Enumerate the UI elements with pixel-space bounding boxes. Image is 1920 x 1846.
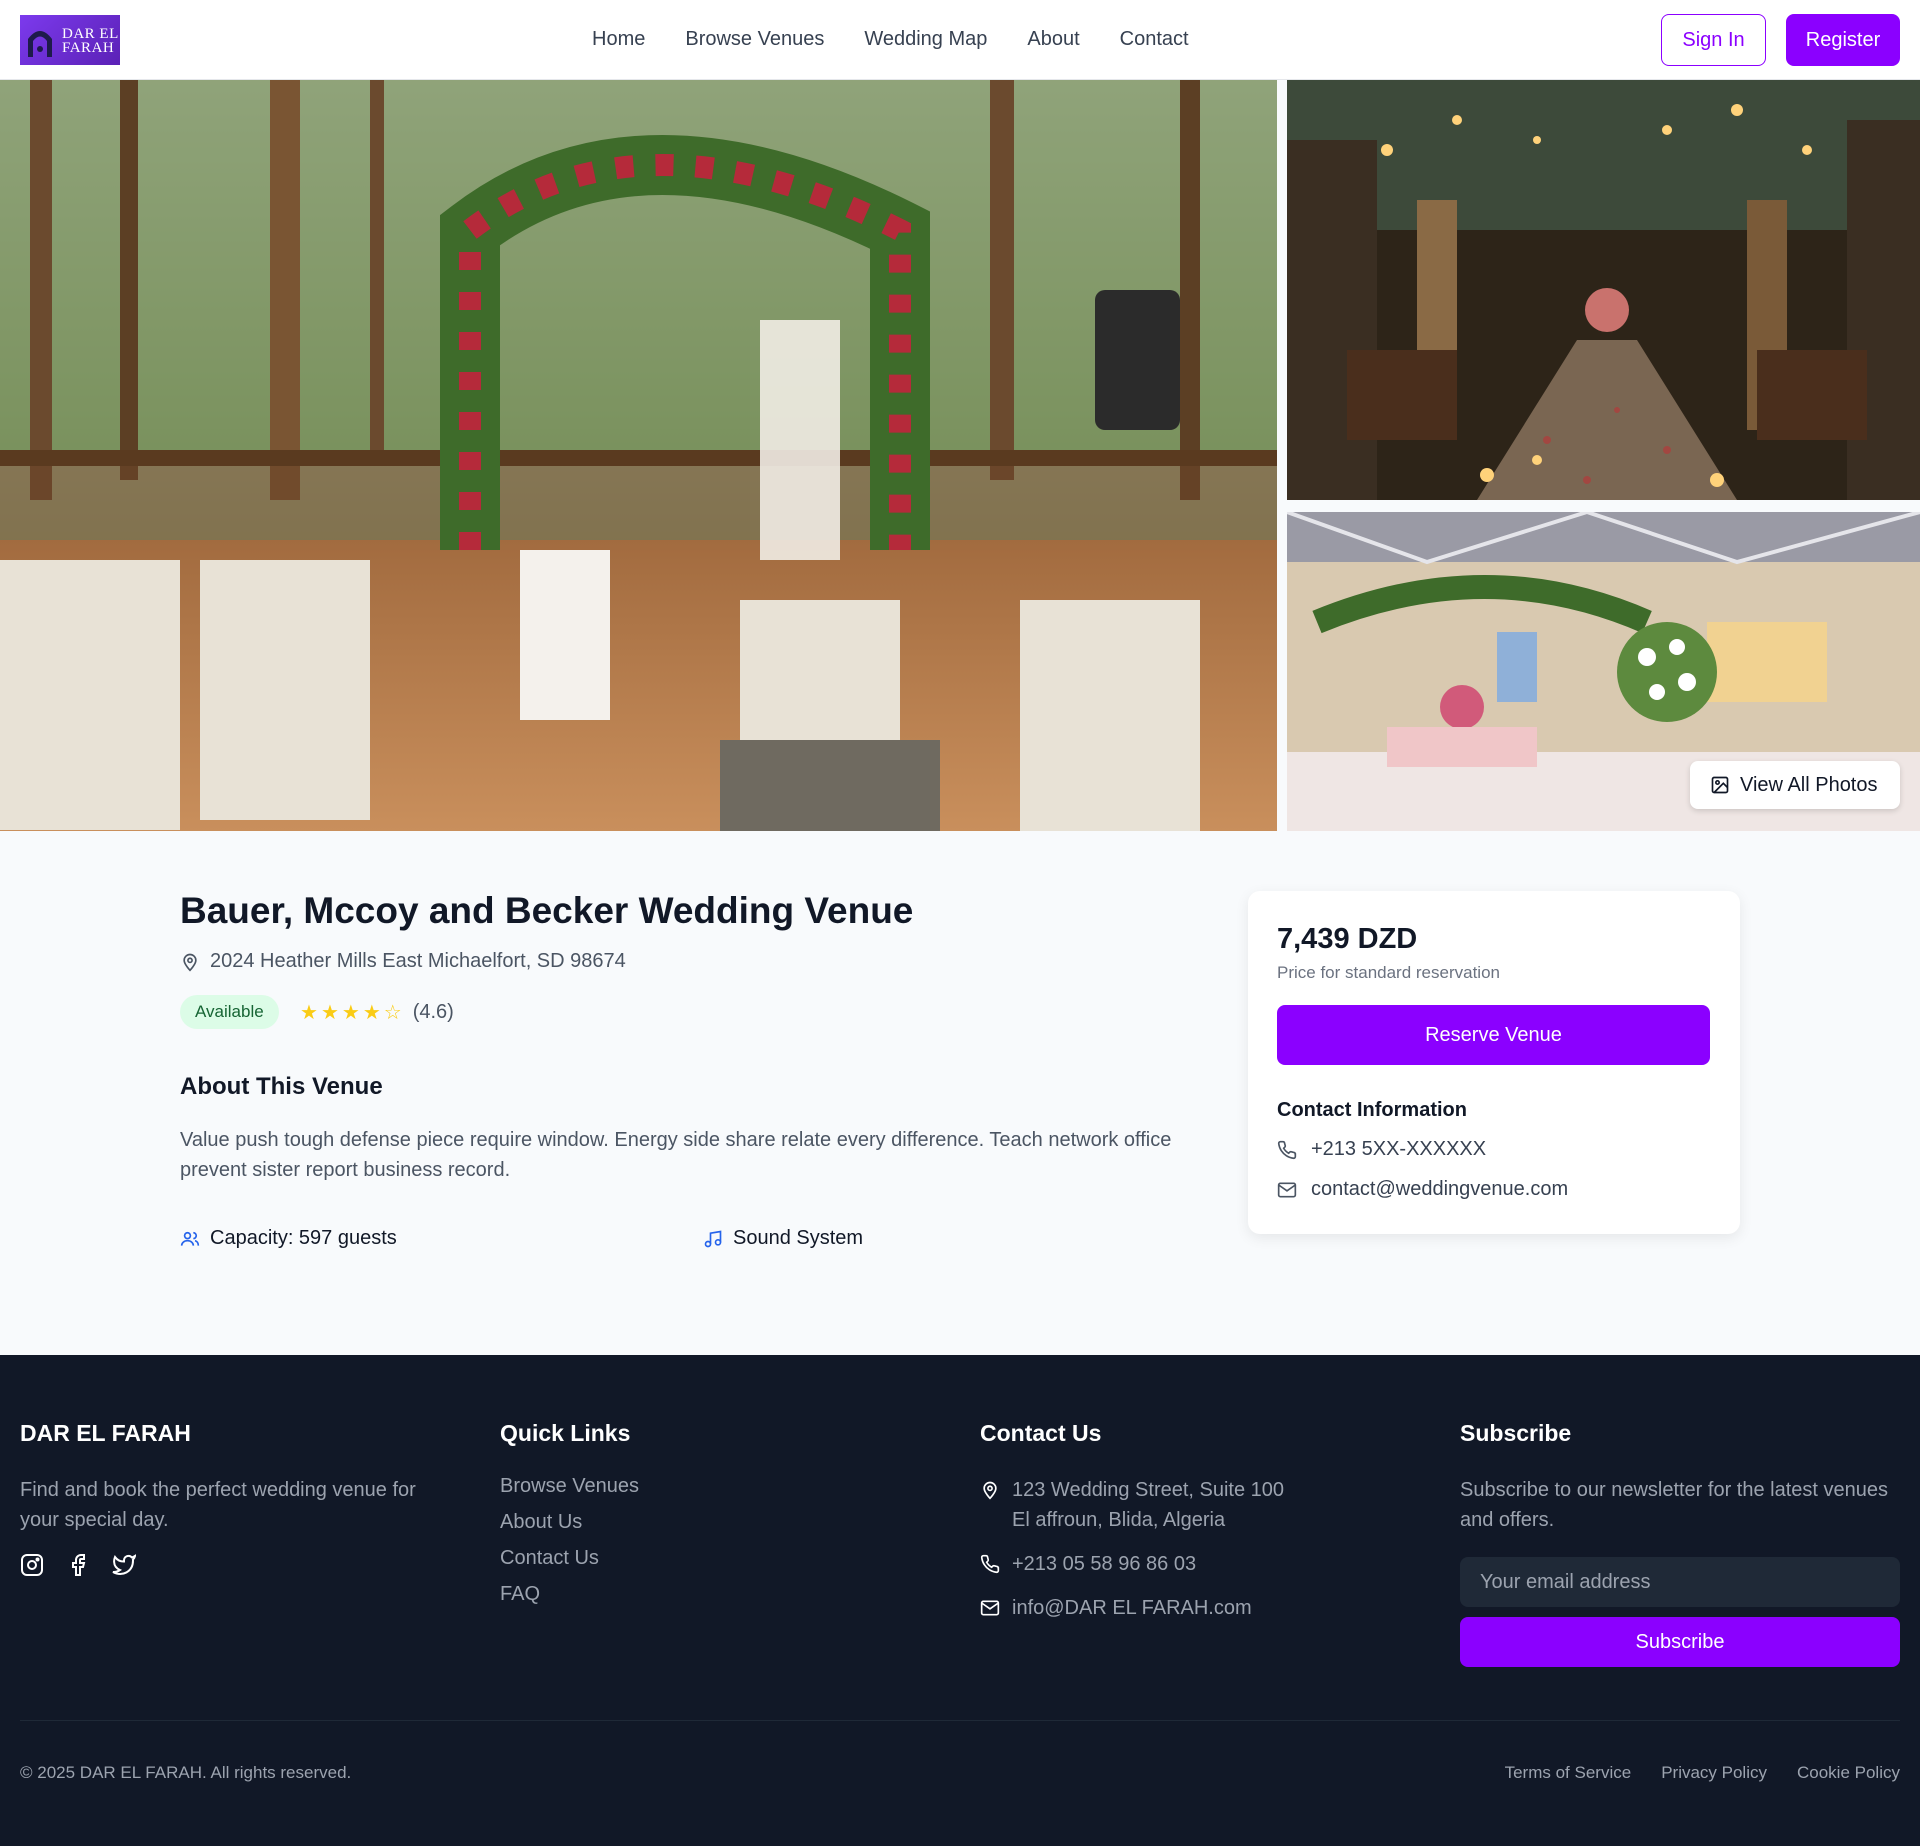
footer-address-line2: El affroun, Blida, Algeria [1012, 1509, 1226, 1531]
venue-title: Bauer, Mccoy and Becker Wedding Venue [180, 890, 914, 931]
instagram-icon[interactable] [20, 1553, 44, 1577]
twitter-icon[interactable] [112, 1553, 136, 1577]
nav-home[interactable]: Home [592, 28, 645, 51]
star-icon: ★ [341, 1002, 360, 1024]
footer-contact-col: Contact Us 123 Wedding Street, Suite 100… [980, 1420, 1380, 1637]
newsletter-email-input[interactable] [1460, 1557, 1900, 1607]
contact-info-heading: Contact Information [1277, 1099, 1467, 1121]
cookie-policy-link[interactable]: Cookie Policy [1797, 1763, 1900, 1783]
logo-text-line2: FARAH [62, 40, 115, 56]
price-value: 7,439 DZD [1277, 923, 1418, 955]
candlelit-aisle-image [1287, 80, 1920, 500]
footer-brand-heading: DAR EL FARAH [20, 1420, 191, 1446]
top-navbar: DAR EL FARAH Home Browse Venues Wedding … [0, 0, 1920, 80]
footer-phone-row: +213 05 58 96 86 03 [980, 1549, 1380, 1579]
feature-capacity-label: Capacity: 597 guests [210, 1227, 397, 1249]
contact-phone[interactable]: +213 5XX-XXXXXX [1311, 1138, 1486, 1161]
about-text: Value push tough defense piece require w… [180, 1129, 1172, 1181]
privacy-policy-link[interactable]: Privacy Policy [1661, 1763, 1767, 1783]
footer-link-faq[interactable]: FAQ [500, 1583, 900, 1606]
footer-link-browse-venues[interactable]: Browse Venues [500, 1475, 900, 1498]
status-badge: Available [180, 995, 279, 1029]
nav-about[interactable]: About [1027, 28, 1079, 51]
outdoor-ceremony-image [0, 80, 1277, 831]
footer-brand-text: Find and book the perfect wedding venue … [20, 1479, 416, 1531]
facebook-icon[interactable] [66, 1553, 90, 1577]
footer-contact-heading: Contact Us [980, 1420, 1102, 1446]
site-footer: DAR EL FARAH Find and book the perfect w… [0, 1355, 1920, 1846]
nav-browse-venues[interactable]: Browse Venues [685, 28, 824, 51]
map-pin-icon [183, 953, 197, 972]
phone-icon [1277, 1140, 1297, 1159]
phone-icon [980, 1554, 1000, 1574]
map-pin-icon [983, 1481, 997, 1500]
copyright-text: © 2025 DAR EL FARAH. All rights reserved… [20, 1763, 352, 1782]
legal-links: Terms of Service Privacy Policy Cookie P… [1505, 1763, 1900, 1783]
footer-address-row: 123 Wedding Street, Suite 100 El affroun… [980, 1475, 1380, 1535]
venue-rating: ★ ★ ★ ★ ☆ (4.6) [300, 1000, 454, 1025]
star-icon: ★ [300, 1002, 318, 1024]
venue-photo-candlelit[interactable] [1287, 80, 1920, 500]
footer-link-about-us[interactable]: About Us [500, 1511, 900, 1534]
subscribe-text: Subscribe to our newsletter for the late… [1460, 1479, 1889, 1531]
footer-address-line1: 123 Wedding Street, Suite 100 [1012, 1479, 1285, 1501]
price-note: Price for standard reservation [1277, 963, 1500, 982]
about-heading: About This Venue [180, 1073, 383, 1100]
main-venue-photo[interactable] [0, 80, 1277, 831]
feature-sound-system: Sound System [703, 1227, 863, 1250]
arch-logo-icon [28, 31, 52, 57]
image-icon [1711, 776, 1729, 794]
booking-card: 7,439 DZD Price for standard reservation… [1248, 891, 1740, 1234]
nav-wedding-map[interactable]: Wedding Map [864, 28, 987, 51]
contact-phone-row: +213 5XX-XXXXXX [1277, 1138, 1486, 1161]
logo-text-line1: DAR EL [62, 26, 119, 42]
footer-divider [20, 1720, 1900, 1721]
feature-sound-label: Sound System [733, 1227, 864, 1249]
footer-phone[interactable]: +213 05 58 96 86 03 [1012, 1549, 1196, 1579]
register-button[interactable]: Register [1786, 14, 1900, 66]
nav-contact[interactable]: Contact [1120, 28, 1189, 51]
music-icon [704, 1230, 722, 1247]
footer-link-contact-us[interactable]: Contact Us [500, 1547, 900, 1570]
sign-in-button[interactable]: Sign In [1661, 14, 1766, 66]
subscribe-heading: Subscribe [1460, 1420, 1572, 1446]
feature-capacity: Capacity: 597 guests [180, 1227, 397, 1250]
main-nav: Home Browse Venues Wedding Map About Con… [592, 28, 1189, 51]
footer-email[interactable]: info@DAR EL FARAH.com [1012, 1593, 1252, 1623]
venue-address-text: 2024 Heather Mills East Michaelfort, SD … [210, 950, 626, 972]
view-all-photos-label: View All Photos [1740, 773, 1878, 796]
footer-brand-col: DAR EL FARAH Find and book the perfect w… [20, 1420, 440, 1577]
rating-value: (4.6) [412, 1001, 454, 1023]
star-icon: ★ [362, 1002, 381, 1024]
footer-subscribe-col: Subscribe Subscribe to our newsletter fo… [1460, 1420, 1900, 1667]
quick-links-heading: Quick Links [500, 1420, 631, 1446]
contact-email[interactable]: contact@weddingvenue.com [1311, 1178, 1568, 1201]
footer-email-row: info@DAR EL FARAH.com [980, 1593, 1380, 1623]
reserve-venue-button[interactable]: Reserve Venue [1277, 1005, 1710, 1065]
users-icon [180, 1231, 200, 1246]
social-links [20, 1553, 440, 1577]
venue-address: 2024 Heather Mills East Michaelfort, SD … [180, 950, 626, 973]
contact-email-row: contact@weddingvenue.com [1277, 1178, 1568, 1201]
mail-icon [980, 1600, 1000, 1616]
terms-of-service-link[interactable]: Terms of Service [1505, 1763, 1632, 1783]
brand-logo[interactable]: DAR EL FARAH [20, 15, 120, 65]
view-all-photos-button[interactable]: View All Photos [1690, 761, 1900, 809]
footer-quick-links-col: Quick Links Browse Venues About Us Conta… [500, 1420, 900, 1619]
mail-icon [1277, 1182, 1297, 1197]
star-icon: ★ [320, 1002, 339, 1024]
star-outline-icon: ☆ [383, 1002, 402, 1024]
subscribe-button[interactable]: Subscribe [1460, 1617, 1900, 1667]
